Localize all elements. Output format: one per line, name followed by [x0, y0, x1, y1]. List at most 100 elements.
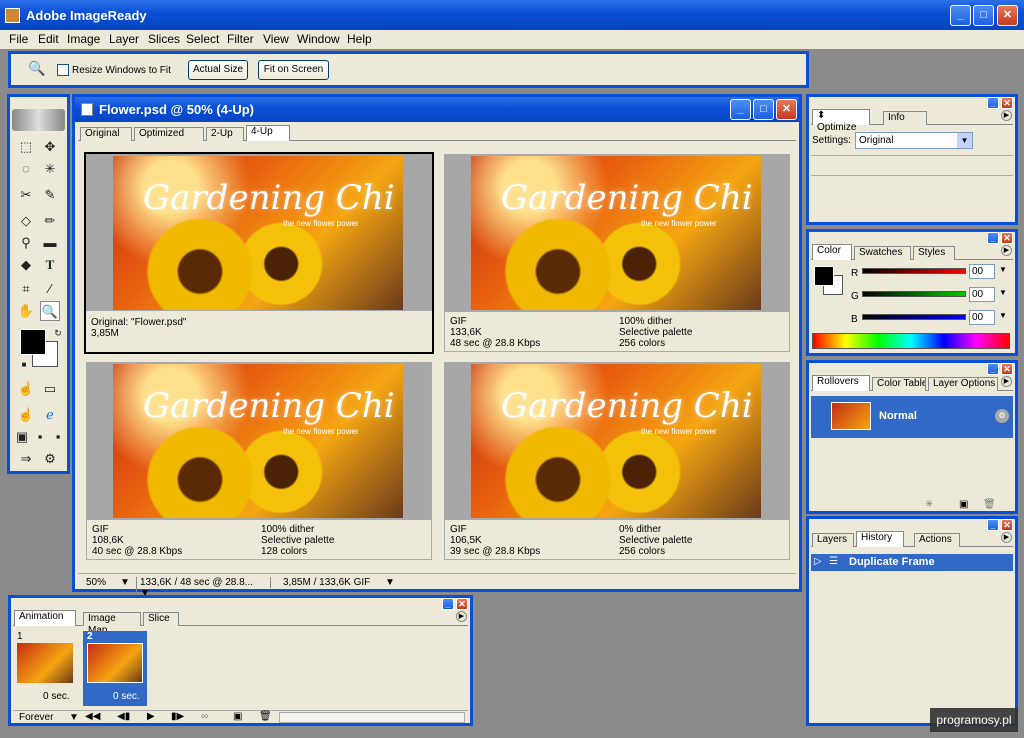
panel-close-button[interactable]: ✕	[1001, 519, 1013, 531]
tab-layer-options[interactable]: Layer Options	[928, 377, 998, 391]
chevron-down-icon[interactable]: ▼	[999, 265, 1007, 274]
bucket-tool-icon[interactable]: ◆	[16, 255, 36, 275]
tab-image-map[interactable]: Image Map	[83, 612, 141, 636]
tab-4up[interactable]: 4-Up	[246, 125, 290, 141]
menu-image[interactable]: Image	[67, 32, 100, 46]
document-maximize-button[interactable]: □	[753, 99, 774, 120]
pencil-tool-icon[interactable]: ✏	[40, 211, 60, 231]
panel-minimize-button[interactable]: _	[987, 232, 999, 244]
first-frame-icon[interactable]: ◀◀	[85, 711, 100, 722]
panel-menu-button[interactable]: ▶	[1001, 110, 1012, 121]
eyedropper-tool-icon[interactable]: ⁄	[40, 279, 60, 299]
resize-windows-checkbox[interactable]	[57, 64, 69, 76]
eraser-tool-icon[interactable]: ◇	[16, 211, 36, 231]
blue-value-field[interactable]: 00	[969, 310, 995, 325]
document-minimize-button[interactable]: _	[730, 99, 751, 120]
tab-swatches[interactable]: Swatches	[854, 246, 911, 260]
panel-menu-button[interactable]: ▶	[1001, 376, 1012, 387]
next-frame-icon[interactable]: ▮▶	[171, 711, 184, 722]
hand-tool-icon[interactable]: ✋	[16, 301, 36, 321]
play-icon[interactable]: ▶	[147, 711, 155, 722]
chevron-down-icon[interactable]: ▼	[999, 288, 1007, 297]
rollover-state-row[interactable]: Normal ⚙	[811, 396, 1013, 438]
tab-slice[interactable]: Slice	[143, 612, 179, 626]
menu-slices[interactable]: Slices	[148, 32, 180, 46]
duplicate-frame-icon[interactable]: ▣	[233, 711, 242, 722]
optimized-view[interactable]: Gardening Chi the new flower power GIF 13…	[444, 154, 790, 352]
zoom-tool-icon[interactable]: 🔍	[40, 301, 60, 321]
magic-wand-tool-icon[interactable]: ✳	[40, 159, 60, 179]
preview-in-browser-icon[interactable]: ℯ	[40, 405, 60, 425]
menu-view[interactable]: View	[263, 32, 289, 46]
horizontal-scrollbar[interactable]	[279, 712, 465, 723]
menu-edit[interactable]: Edit	[38, 32, 59, 46]
screen-mode-full-menu-icon[interactable]: ▪	[30, 427, 50, 447]
foreground-color-swatch[interactable]	[814, 266, 834, 286]
tween-icon[interactable]: ∞	[201, 711, 208, 722]
tab-history[interactable]: History	[856, 531, 904, 547]
previous-frame-icon[interactable]: ◀▮	[117, 711, 130, 722]
panel-menu-button[interactable]: ▶	[1001, 245, 1012, 256]
animation-frame[interactable]: 2 0 sec.	[83, 631, 147, 706]
zoom-tool-icon[interactable]: 🔍	[26, 60, 48, 80]
original-view[interactable]: Gardening Chi the new flower power Origin…	[84, 152, 434, 354]
slice-tool-icon[interactable]: ✂	[16, 185, 36, 205]
green-value-field[interactable]: 00	[969, 287, 995, 302]
maximize-button[interactable]: □	[973, 5, 994, 26]
panel-menu-button[interactable]: ▶	[456, 611, 467, 622]
panel-close-button[interactable]: ✕	[1001, 232, 1013, 244]
tab-original[interactable]: Original	[80, 127, 132, 141]
menu-filter[interactable]: Filter	[227, 32, 254, 46]
fit-on-screen-button[interactable]: Fit on Screen	[258, 60, 329, 80]
tab-rollovers[interactable]: Rollovers	[812, 375, 870, 391]
state-menu-icon[interactable]: ⚙	[995, 409, 1009, 423]
panel-close-button[interactable]: ✕	[1001, 363, 1013, 375]
menu-window[interactable]: Window	[297, 32, 340, 46]
optimized-view[interactable]: Gardening Chi the new flower power GIF 10…	[86, 362, 432, 560]
tab-optimized[interactable]: Optimized	[134, 127, 204, 141]
lasso-tool-icon[interactable]: ◌	[16, 159, 36, 179]
trash-icon[interactable]: 🗑	[983, 499, 996, 510]
red-slider[interactable]	[862, 268, 966, 274]
swap-colors-icon[interactable]: ↻	[48, 323, 68, 343]
panel-minimize-button[interactable]: _	[987, 363, 999, 375]
type-tool-icon[interactable]: T	[40, 255, 60, 275]
document-close-button[interactable]: ✕	[776, 99, 797, 120]
tab-styles[interactable]: Styles	[913, 246, 955, 260]
image-map-tool-icon[interactable]: ☝	[16, 379, 36, 399]
frame-delay[interactable]: 0 sec.	[113, 691, 140, 702]
tab-info[interactable]: Info	[883, 111, 927, 125]
menu-layer[interactable]: Layer	[109, 32, 139, 46]
brush-tool-icon[interactable]: ✎	[40, 185, 60, 205]
animation-frame[interactable]: 1 0 sec.	[15, 631, 77, 706]
toggle-image-map-icon[interactable]: ▭	[40, 379, 60, 399]
move-tool-icon[interactable]: ✥	[40, 137, 60, 157]
stamp-tool-icon[interactable]: ⚲	[16, 233, 36, 253]
tab-actions[interactable]: Actions	[914, 533, 960, 547]
crop-tool-icon[interactable]: ⌗	[16, 279, 36, 299]
marquee-tool-icon[interactable]: ⬚	[16, 137, 36, 157]
panel-close-button[interactable]: ✕	[456, 598, 468, 610]
foreground-color-swatch[interactable]	[20, 329, 46, 355]
chevron-down-icon[interactable]: ▼	[999, 311, 1007, 320]
panel-minimize-button[interactable]: _	[442, 598, 454, 610]
panel-close-button[interactable]: ✕	[1001, 97, 1013, 109]
shape-tool-icon[interactable]: ▬	[40, 233, 60, 253]
size-info-dropdown[interactable]: 3,85M / 133,6K GIF ▼	[270, 577, 398, 588]
panel-menu-button[interactable]: ▶	[1001, 532, 1012, 543]
history-item[interactable]: ▷ ☰ Duplicate Frame	[811, 554, 1013, 571]
rollover-preview-icon[interactable]: ☝	[16, 405, 36, 425]
screen-mode-standard-icon[interactable]: ▣	[12, 427, 32, 447]
new-rollover-icon[interactable]: ✳	[925, 499, 933, 510]
menu-select[interactable]: Select	[186, 32, 219, 46]
zoom-level-dropdown[interactable]: 50% ▼	[86, 577, 130, 588]
panel-minimize-button[interactable]: _	[987, 97, 999, 109]
optimized-view[interactable]: Gardening Chi the new flower power GIF 10…	[444, 362, 790, 560]
trash-icon[interactable]: 🗑	[259, 711, 272, 722]
frame-delay[interactable]: 0 sec.	[43, 691, 70, 702]
minimize-button[interactable]: _	[950, 5, 971, 26]
duplicate-state-icon[interactable]: ▣	[959, 499, 968, 510]
blue-slider[interactable]	[862, 314, 966, 320]
default-colors-icon[interactable]: ■	[14, 355, 34, 375]
gear-icon[interactable]: ⚙	[40, 449, 60, 469]
